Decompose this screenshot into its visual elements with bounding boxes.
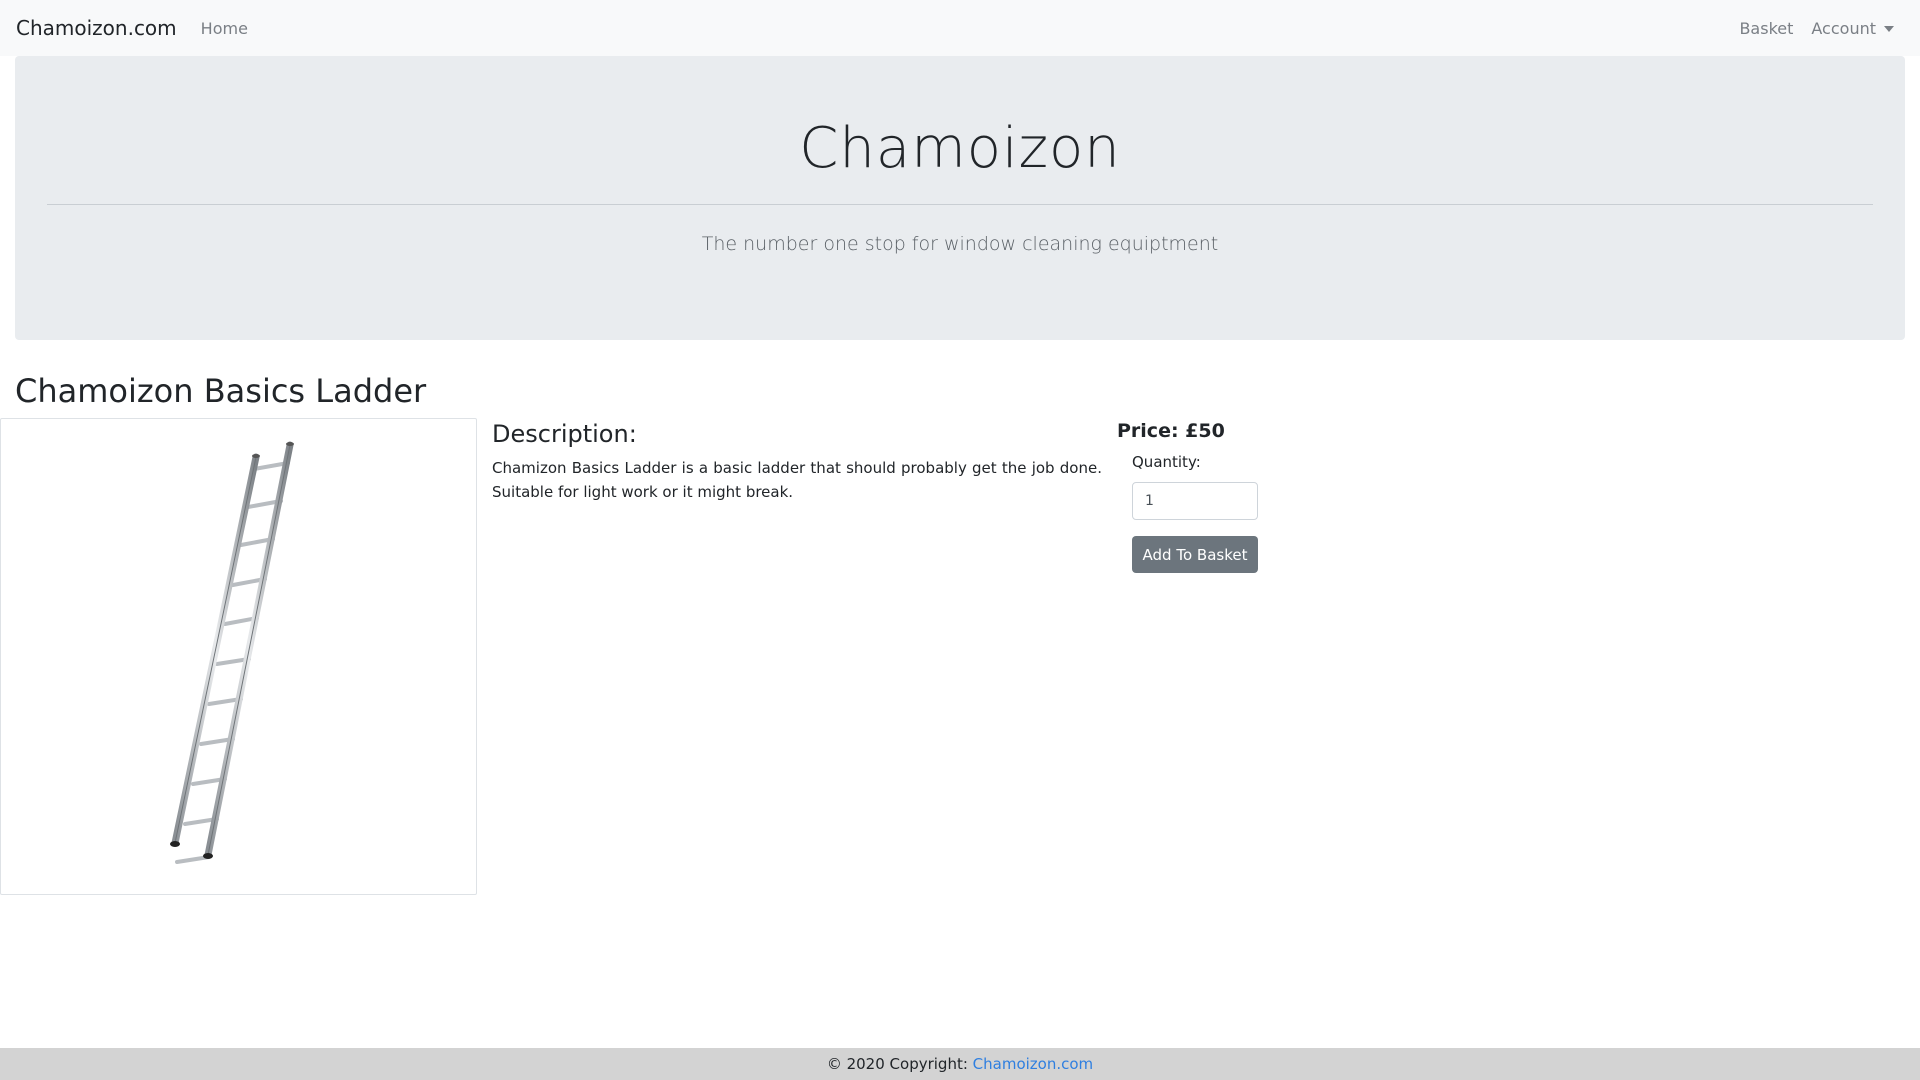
nav-home-link[interactable]: Home [201,19,248,38]
nav-account-label: Account [1811,18,1876,38]
product-description: Chamizon Basics Ladder is a basic ladder… [492,459,1102,501]
nav-account-dropdown[interactable]: Account [1811,19,1894,38]
site-title: Chamoizon [799,116,1121,181]
footer-link[interactable]: Chamoizon.com [973,1055,1094,1073]
quantity-input[interactable] [1132,482,1258,520]
navbar: Chamoizon.com Home Basket Account [0,0,1920,56]
jumbotron-divider [47,204,1873,205]
ladder-image [170,441,294,864]
product-title: Chamoizon Basics Ladder [15,372,427,410]
jumbotron: Chamoizon The number one stop for window… [15,56,1905,340]
product-image [0,418,477,895]
product-price: Price: £50 [1117,420,1225,442]
caret-down-icon [1884,26,1894,32]
nav-basket-link[interactable]: Basket [1739,19,1793,38]
footer-copyright: © 2020 Copyright: [826,1055,968,1073]
footer: © 2020 Copyright: Chamoizon.com [0,1048,1920,1080]
brand-link[interactable]: Chamoizon.com [16,16,177,40]
site-tagline: The number one stop for window cleaning … [701,233,1219,255]
nav-right: Basket Account [1739,19,1904,38]
quantity-label: Quantity: [1132,453,1201,471]
add-to-basket-button[interactable]: Add To Basket [1132,536,1258,573]
description-heading: Description: [492,420,637,448]
